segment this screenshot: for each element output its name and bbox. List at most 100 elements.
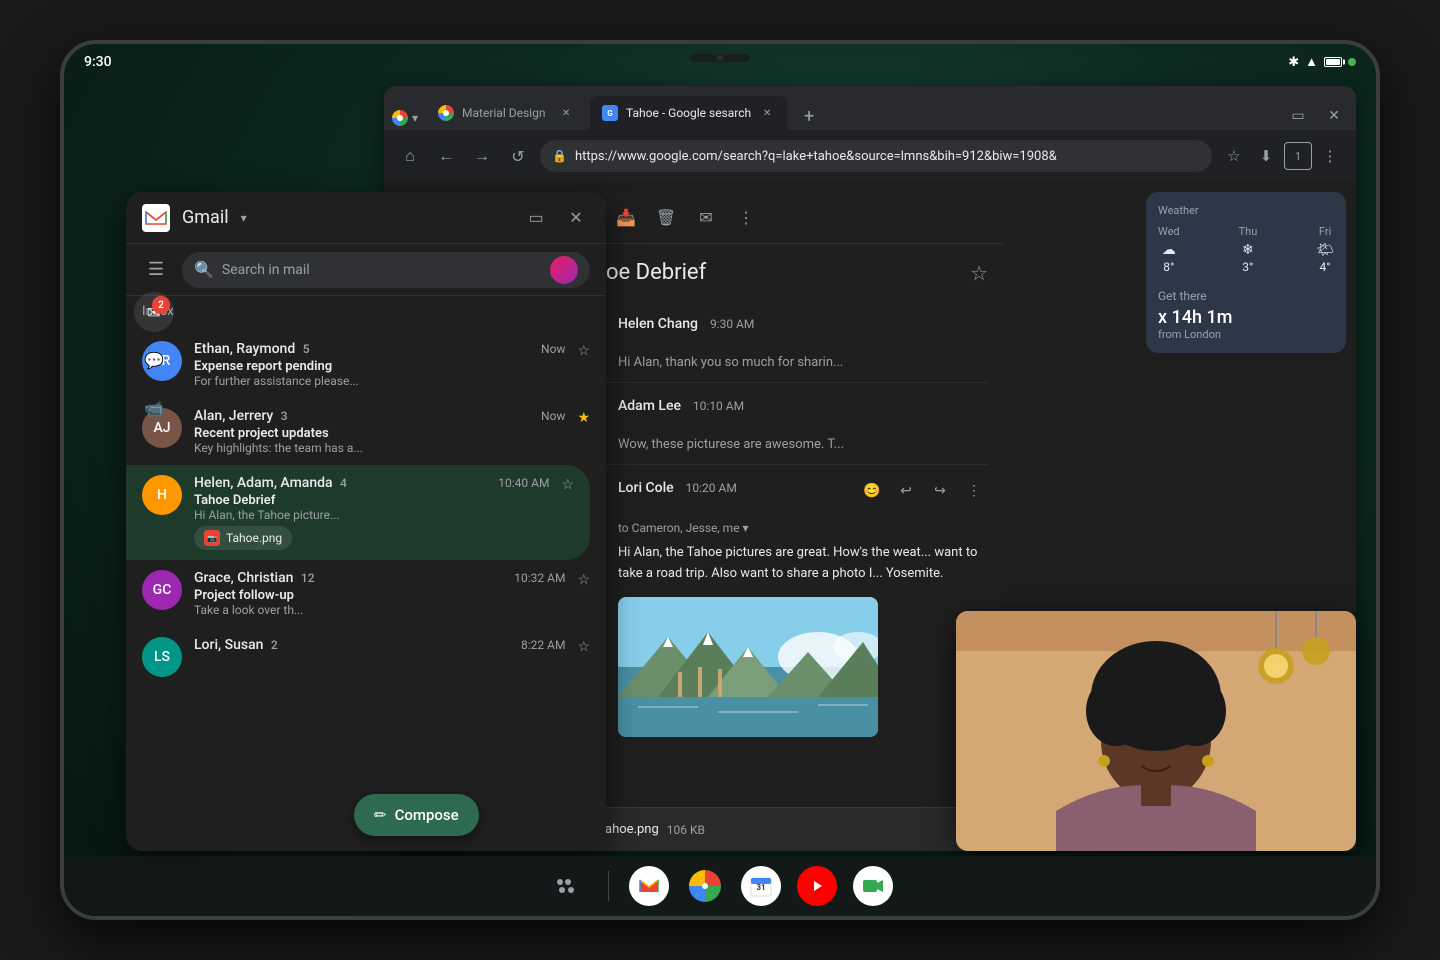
apps-search-button[interactable]: [548, 866, 588, 906]
weather-day-thu: Thu ❄ 3°: [1239, 225, 1258, 274]
video-call-overlay: [956, 611, 1356, 851]
msg-meta-lori: Lori Cole 10:20 AM: [618, 477, 846, 496]
star-2[interactable]: ★: [577, 410, 590, 426]
email-item-lori-susan[interactable]: LS Lori, Susan 2 8:22 AM ☆: [126, 627, 606, 687]
email-item-ethan-raymond[interactable]: ER Ethan, Raymond 5 Now Expense report p…: [126, 331, 606, 398]
email-attachment-3[interactable]: 📷 Tahoe.png: [194, 526, 292, 550]
star-1[interactable]: ☆: [577, 343, 590, 359]
tab-count-icon[interactable]: 1: [1284, 142, 1312, 170]
tab-material-design[interactable]: Material Design ✕: [426, 96, 586, 130]
taskbar-gmail-icon[interactable]: [629, 866, 669, 906]
nav-inbox-icon[interactable]: ✉ 2: [134, 292, 174, 332]
reply-button[interactable]: ↩: [892, 477, 920, 505]
download-icon[interactable]: ⬇: [1252, 142, 1280, 170]
email-list: ER Ethan, Raymond 5 Now Expense report p…: [126, 323, 606, 851]
gmail-window-box-button[interactable]: ▭: [522, 204, 550, 232]
detail-star-icon[interactable]: ☆: [970, 261, 988, 285]
time-3: 10:40 AM: [498, 476, 549, 490]
message-item-helen[interactable]: HC Helen Chang 9:30 AM Hi Alan, thank yo…: [570, 301, 988, 383]
sender-4: Grace, Christian 12: [194, 570, 315, 586]
more-msg-options[interactable]: ⋮: [960, 477, 988, 505]
star-4[interactable]: ☆: [577, 572, 590, 588]
emoji-reaction-button[interactable]: 😊: [858, 477, 886, 505]
msg-sender-adam: Adam Lee: [618, 398, 681, 414]
mark-unread-icon[interactable]: ✉: [690, 202, 722, 234]
more-options-icon[interactable]: ⋮: [1316, 142, 1344, 170]
attachment-size: 106 KB: [667, 823, 705, 837]
new-tab-button[interactable]: +: [795, 102, 823, 130]
gmail-header: Gmail ▾ ▭ ✕: [126, 192, 606, 244]
attachment-filename: Tahoe.png: [598, 822, 659, 837]
attachment-bar: 📷 Tahoe.png 106 KB ✕: [554, 807, 1004, 851]
forward-button[interactable]: ↪: [926, 477, 954, 505]
nav-chat-icon[interactable]: 💬: [134, 340, 174, 380]
subject-1: Expense report pending: [194, 359, 565, 374]
email-content-5: Lori, Susan 2 8:22 AM: [194, 637, 565, 655]
home-button[interactable]: ⌂: [396, 142, 424, 170]
window-minimize-button[interactable]: ▭: [1284, 102, 1312, 130]
gmail-dropdown-icon[interactable]: ▾: [241, 211, 247, 225]
tahoe-image-container: [618, 597, 878, 737]
tab1-close[interactable]: ✕: [558, 105, 574, 121]
window-close-button[interactable]: ✕: [1320, 102, 1348, 130]
status-time: 9:30: [84, 54, 112, 70]
sender-2: Alan, Jerrery 3: [194, 408, 288, 424]
message-item-adam[interactable]: AL Adam Lee 10:10 AM Wow, these pictures…: [570, 383, 988, 465]
user-avatar: [550, 256, 578, 284]
preview-3: Hi Alan, the Tahoe picture...: [194, 508, 549, 522]
wed-label: Wed: [1158, 225, 1180, 238]
message-header-lori: LC Lori Cole 10:20 AM 😊 ↩ ↪ ⋮: [570, 477, 988, 521]
search-icon: 🔍: [194, 260, 214, 279]
reload-button[interactable]: ↺: [504, 142, 532, 170]
forward-button[interactable]: →: [468, 142, 496, 170]
bookmark-icon[interactable]: ☆: [1220, 142, 1248, 170]
time-4: 10:32 AM: [514, 571, 565, 585]
archive-icon[interactable]: 📥: [610, 202, 642, 234]
taskbar-chrome-icon[interactable]: [685, 866, 725, 906]
more-actions-icon[interactable]: ⋮: [730, 202, 762, 234]
taskbar: 31: [64, 856, 1376, 916]
gmail-close-button[interactable]: ✕: [562, 204, 590, 232]
gmail-search-bar: ☰ 🔍 Search in mail: [126, 244, 606, 296]
attachment-name-3: Tahoe.png: [226, 531, 282, 545]
nav-video-icon[interactable]: 📹: [134, 388, 174, 428]
get-there-title: Get there: [1158, 289, 1334, 303]
thu-icon: ❄: [1239, 242, 1258, 258]
bluetooth-icon: ✱: [1288, 55, 1299, 70]
delete-icon[interactable]: 🗑: [650, 202, 682, 234]
search-input[interactable]: 🔍 Search in mail: [182, 252, 590, 288]
attachment-icon-3: 📷: [204, 530, 220, 546]
get-there-subtitle: from London: [1158, 328, 1334, 341]
email-item-helen-adam-amanda[interactable]: H Helen, Adam, Amanda 4 10:40 AM Tahoe D…: [126, 465, 590, 560]
compose-button[interactable]: ✏ Compose: [354, 794, 479, 836]
subject-3: Tahoe Debrief: [194, 493, 549, 508]
email-content-2: Alan, Jerrery 3 Now Recent project updat…: [194, 408, 565, 455]
tab-tahoe-search[interactable]: G Tahoe - Google sesarch ✕: [590, 96, 787, 130]
window-controls: ▭ ✕: [1284, 102, 1348, 130]
subject-2: Recent project updates: [194, 426, 565, 441]
tab2-close[interactable]: ✕: [759, 105, 775, 121]
subject-4: Project follow-up: [194, 588, 565, 603]
back-button[interactable]: ←: [432, 142, 460, 170]
address-bar[interactable]: 🔒 https://www.google.com/search?q=lake+t…: [540, 140, 1212, 172]
email-item-alan-jerrery[interactable]: AJ Alan, Jerrery 3 Now Recent project up…: [126, 398, 606, 465]
star-5[interactable]: ☆: [577, 639, 590, 655]
chrome-dropdown[interactable]: ▾: [412, 111, 418, 125]
taskbar-youtube-icon[interactable]: [797, 866, 837, 906]
browser-action-icons: ☆ ⬇ 1 ⋮: [1220, 142, 1344, 170]
weather-title: Weather: [1158, 204, 1334, 217]
email-header-4: Grace, Christian 12 10:32 AM: [194, 570, 565, 586]
taskbar-calendar-icon[interactable]: 31: [741, 866, 781, 906]
sender-5: Lori, Susan 2: [194, 637, 278, 653]
gmail-title: Gmail: [182, 207, 229, 228]
email-content-3: Helen, Adam, Amanda 4 10:40 AM Tahoe Deb…: [194, 475, 549, 550]
star-3[interactable]: ☆: [561, 477, 574, 493]
email-item-grace-christian[interactable]: GC Grace, Christian 12 10:32 AM Project …: [126, 560, 606, 627]
tab2-favicon: G: [602, 105, 618, 121]
taskbar-meet-icon[interactable]: [853, 866, 893, 906]
sender-3: Helen, Adam, Amanda 4: [194, 475, 347, 491]
msg-time-helen: 9:30 AM: [710, 317, 754, 331]
search-placeholder: Search in mail: [222, 262, 310, 278]
green-status-dot: [1348, 58, 1356, 66]
msg-preview-helen: Hi Alan, thank you so much for sharin...: [570, 355, 988, 370]
